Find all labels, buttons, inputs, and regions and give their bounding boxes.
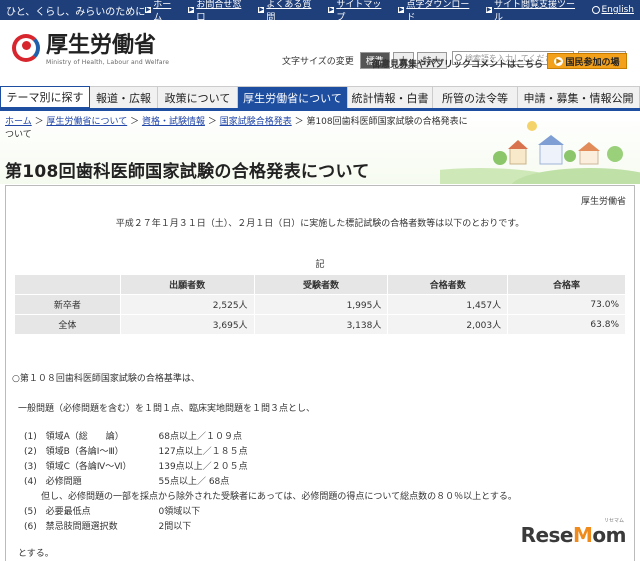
table-header-row: 出願者数 受験者数 合格者数 合格率	[14, 274, 626, 295]
logo-subtitle: Ministry of Health, Labour and Welfare	[46, 59, 170, 66]
table-header-cell: 合格率	[507, 274, 626, 295]
nav-item-about[interactable]: 厚生労働省について	[238, 86, 348, 108]
criteria-intro: 一般問題（必修問題を含む）を１問１点、臨床実地問題を１問３点とし、	[18, 404, 316, 414]
nav-item-statistics[interactable]: 統計情報・白書	[348, 86, 433, 108]
criteria-item: (2) 領域B（各論Ⅰ～Ⅲ） 127点以上／１８５点	[24, 447, 248, 457]
table-cell: 1,457人	[387, 294, 509, 315]
organization-name: 厚生労働省	[580, 197, 626, 207]
results-table: 出願者数 受験者数 合格者数 合格率 新卒者 2,525人 1,995人 1,4…	[14, 274, 626, 335]
town-illustration	[440, 121, 640, 184]
nav-item-theme[interactable]: テーマ別に探す	[0, 86, 90, 108]
arrow-icon: ▶	[188, 6, 195, 13]
intro-text: 平成２７年１月３１日（土）、２月１日（日）に実施した標記試験の合格者数等は以下の…	[115, 219, 525, 229]
breadcrumb: ホーム ＞ 厚生労働省について ＞ 資格・試験情報 ＞ 国家試験合格発表 ＞ 第…	[5, 117, 468, 140]
breadcrumb-home[interactable]: ホーム	[5, 117, 32, 127]
site-logo[interactable]: 厚生労働省 Ministry of Health, Labour and Wel…	[10, 32, 169, 66]
table-cell: 2,525人	[119, 294, 255, 315]
criteria-item: (5) 必要最低点 0領域以下	[24, 507, 201, 517]
table-cell: 63.8%	[507, 314, 626, 335]
public-comment-link[interactable]: 御意見募集やパブリックコメントはこちら	[372, 57, 543, 70]
participation-button[interactable]: ▶ 国民参加の場	[547, 53, 627, 69]
arrow-icon: ▶	[258, 6, 265, 13]
table-cell: 3,138人	[253, 314, 389, 335]
table-cell: 2,003人	[387, 314, 509, 335]
top-bar: ひと、くらし、みらいのために ▶ ホーム ▶ お問合せ窓口 ▶ よくある質問 ▶ サイト…	[0, 0, 640, 23]
criteria-item: (4) 必修問題 55点以上／ 68点	[24, 477, 230, 487]
site-header: 厚生労働省 Ministry of Health, Labour and Wel…	[0, 20, 640, 80]
closing-text: とする。	[18, 549, 54, 559]
table-header-cell: 受験者数	[253, 274, 389, 295]
criteria-note: 但し、必修問題の一部を採点から除外された受験者にあっては、必修問題の得点について…	[41, 492, 517, 502]
table-cell: 3,695人	[119, 314, 255, 335]
table-header-cell	[14, 274, 121, 295]
nav-item-policy[interactable]: 政策について	[158, 86, 238, 108]
font-size-label: 文字サイズの変更	[282, 57, 354, 67]
criteria-item: (6) 禁忌肢問題選択数 2問以下	[24, 522, 192, 532]
breadcrumb-qualifications[interactable]: 資格・試験情報	[142, 117, 205, 127]
ministry-logo-icon	[10, 32, 42, 64]
arrow-icon: ▶	[398, 6, 405, 13]
slogan: ひと、くらし、みらいのために	[6, 6, 146, 18]
criteria-item: (3) 領域C（各論Ⅳ～Ⅵ） 139点以上／２０５点	[24, 462, 248, 472]
nav-item-laws[interactable]: 所管の法令等	[433, 86, 518, 108]
ki-heading: 記	[315, 260, 325, 270]
table-header-cell: 合格者数	[387, 274, 509, 295]
breadcrumb-exam-results[interactable]: 国家試験合格発表	[220, 117, 292, 127]
main-content: 厚生労働省 平成２７年１月３１日（土）、２月１日（日）に実施した標記試験の合格者…	[5, 185, 635, 561]
nav-item-press[interactable]: 報道・広報	[90, 86, 158, 108]
arrow-icon: ▶	[554, 56, 564, 66]
table-row: 新卒者 2,525人 1,995人 1,457人 73.0%	[14, 294, 626, 315]
arrow-icon: ▶	[145, 6, 152, 13]
resemom-logo: ReseMom	[520, 523, 627, 547]
table-row-header: 新卒者	[14, 294, 121, 315]
globe-icon	[591, 6, 600, 14]
nav-item-applications[interactable]: 申請・募集・情報公開	[518, 86, 640, 108]
table-row-header: 全体	[14, 314, 121, 335]
table-row: 全体 3,695人 3,138人 2,003人 63.8%	[14, 314, 626, 335]
arrow-icon: ▶	[328, 6, 335, 13]
criteria-item: (1) 領域A（総 論） 68点以上／１０９点	[24, 432, 242, 442]
table-header-cell: 出願者数	[119, 274, 255, 295]
criteria-heading: ○第１０８回歯科医師国家試験の合格基準は、	[12, 374, 200, 384]
logo-title: 厚生労働省	[46, 32, 157, 58]
breadcrumb-about[interactable]: 厚生労働省について	[46, 117, 127, 127]
table-cell: 73.0%	[507, 294, 626, 315]
arrow-icon: ▶	[486, 6, 493, 13]
page-title: 第108回歯科医師国家試験の合格発表について	[5, 162, 370, 182]
main-nav: テーマ別に探す 報道・広報 政策について 厚生労働省について 統計情報・白書 所…	[0, 86, 640, 111]
table-cell: 1,995人	[253, 294, 389, 315]
